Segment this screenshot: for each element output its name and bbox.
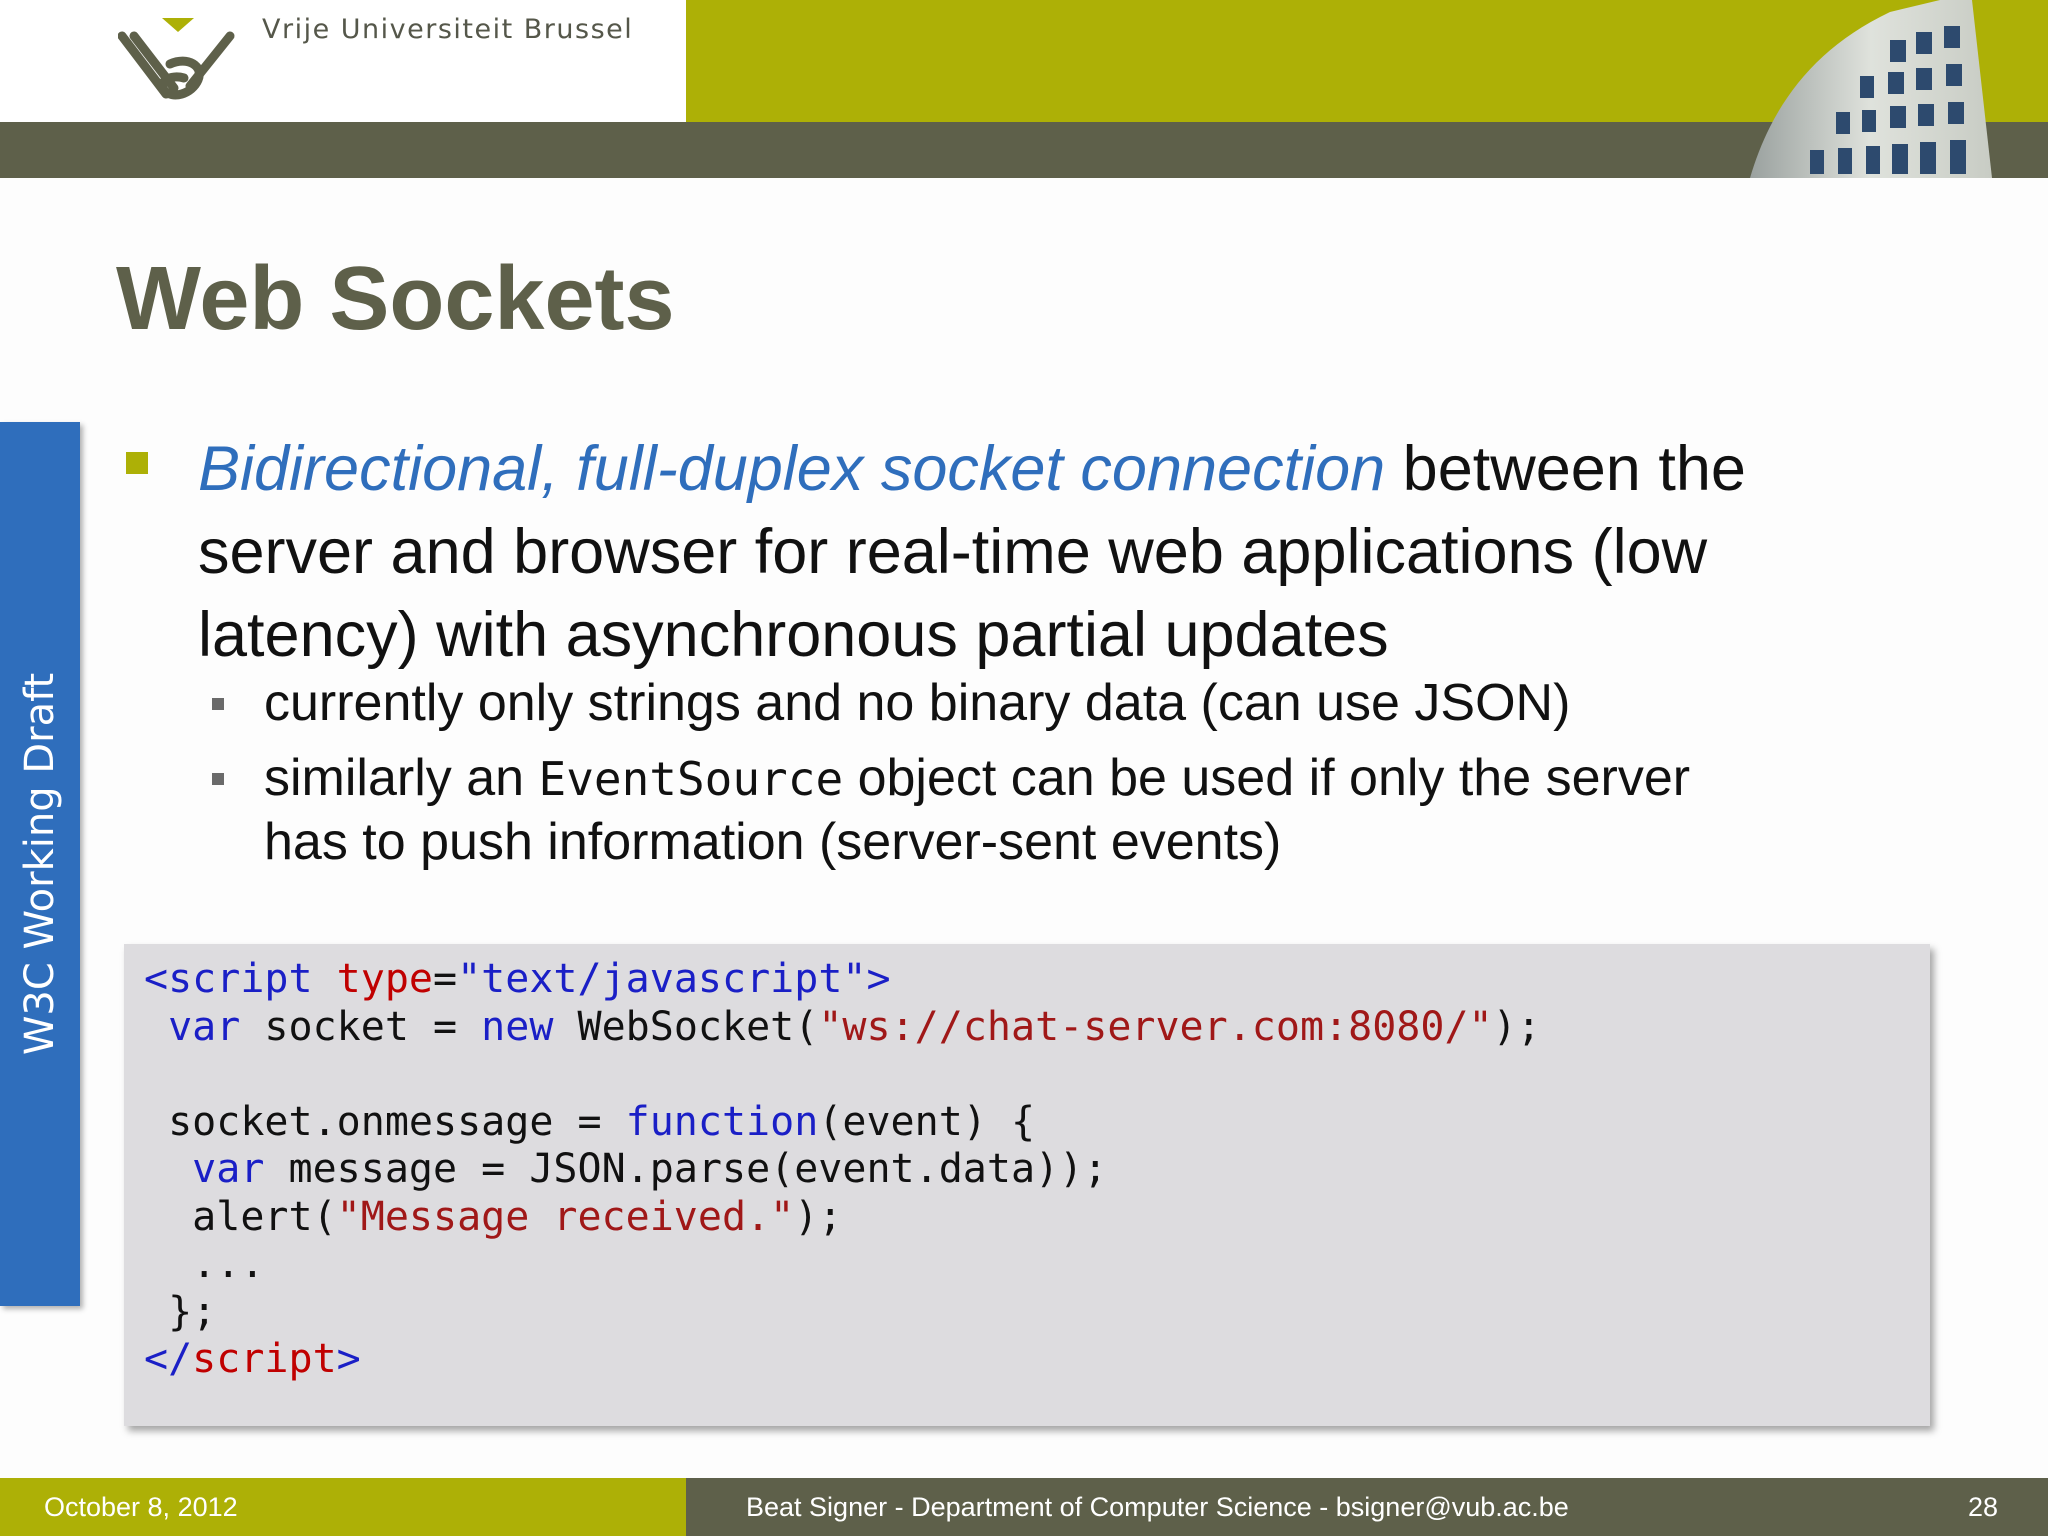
sub-bullet-square-icon — [212, 698, 224, 710]
code-token: socket = — [240, 1003, 482, 1050]
slide-header: Vrije Universiteit Brussel — [0, 0, 2048, 178]
code-token: <script — [144, 956, 313, 1002]
sub-bullet-text: similarly an — [264, 749, 539, 807]
code-line: socket.onmessage = function(event) { — [144, 1099, 1541, 1147]
code-line: }; — [144, 1288, 217, 1335]
code-token: "text/javascript" — [457, 956, 867, 1002]
sub-bullet: currently only strings and no binary dat… — [212, 672, 1912, 735]
highlight-phrase: Bidirectional, full-duplex socket connec… — [198, 434, 1386, 504]
code-line: alert("Message received."); — [144, 1194, 1541, 1242]
code-token: > — [866, 956, 891, 1002]
code-token: var — [168, 1003, 241, 1050]
bullet-text-line2: server and browser for real-time web app… — [198, 517, 1708, 587]
slide-title: Web Sockets — [116, 249, 675, 349]
sub-bullet-list: currently only strings and no binary dat… — [212, 672, 1912, 874]
code-token: > — [336, 1336, 361, 1382]
code-token: (event) { — [818, 1098, 1036, 1145]
side-tab-label: W3C Working Draft — [17, 672, 63, 1056]
code-token: "Message received." — [336, 1193, 795, 1240]
sub-bullet-text: object can be used if only the server — [843, 749, 1691, 807]
code-token: ); — [794, 1193, 843, 1240]
code-token: message = JSON.parse(event.data)); — [264, 1146, 1108, 1192]
code-token: socket.onmessage = — [144, 1098, 626, 1145]
code-token: = — [433, 956, 458, 1002]
code-line: var socket = new WebSocket("ws://chat-se… — [144, 1004, 1541, 1052]
sub-bullet-square-icon — [212, 773, 224, 785]
bullet-square-icon — [126, 452, 148, 474]
code-token: type — [336, 956, 433, 1002]
page-number: 28 — [1967, 1492, 1998, 1522]
code-token: script — [192, 1336, 337, 1382]
code-token: var — [192, 1146, 265, 1192]
footer-date: October 8, 2012 — [44, 1492, 238, 1522]
code-token: "ws://chat-server.com:8080/" — [818, 1003, 1493, 1050]
code-line: ... — [144, 1241, 265, 1287]
footer-credit: Beat Signer - Department of Computer Sci… — [746, 1492, 1569, 1522]
side-tab: W3C Working Draft — [0, 422, 80, 1306]
code-line: var message = JSON.parse(event.data)); — [144, 1146, 1541, 1194]
code-token: WebSocket( — [553, 1003, 819, 1050]
code-token: new — [481, 1003, 554, 1050]
code-token: function — [625, 1098, 819, 1145]
vub-logo-icon — [118, 18, 235, 100]
building-photo-icon — [1750, 0, 1992, 178]
sub-bullet-text: currently only strings and no binary dat… — [264, 674, 1571, 732]
bullet-text-line1: between the — [1385, 434, 1746, 504]
code-line: <script type="text/javascript"> — [144, 956, 1541, 1004]
sub-bullet-text-line2: has to push information (server-sent eve… — [264, 813, 1282, 871]
bullet-text-line3: latency) with asynchronous partial updat… — [198, 600, 1389, 670]
code-token: ); — [1492, 1003, 1541, 1050]
code-listing: <script type="text/javascript"> var sock… — [144, 956, 1541, 1384]
inline-code: EventSource — [538, 752, 844, 806]
code-token: alert( — [144, 1193, 337, 1240]
university-name: Vrije Universiteit Brussel — [262, 14, 634, 45]
code-token: </ — [144, 1336, 193, 1382]
sub-bullet: similarly an EventSource object can be u… — [212, 747, 1912, 874]
code-line: </script> — [144, 1336, 1541, 1384]
main-bullet-text: Bidirectional, full-duplex socket connec… — [198, 428, 2028, 677]
